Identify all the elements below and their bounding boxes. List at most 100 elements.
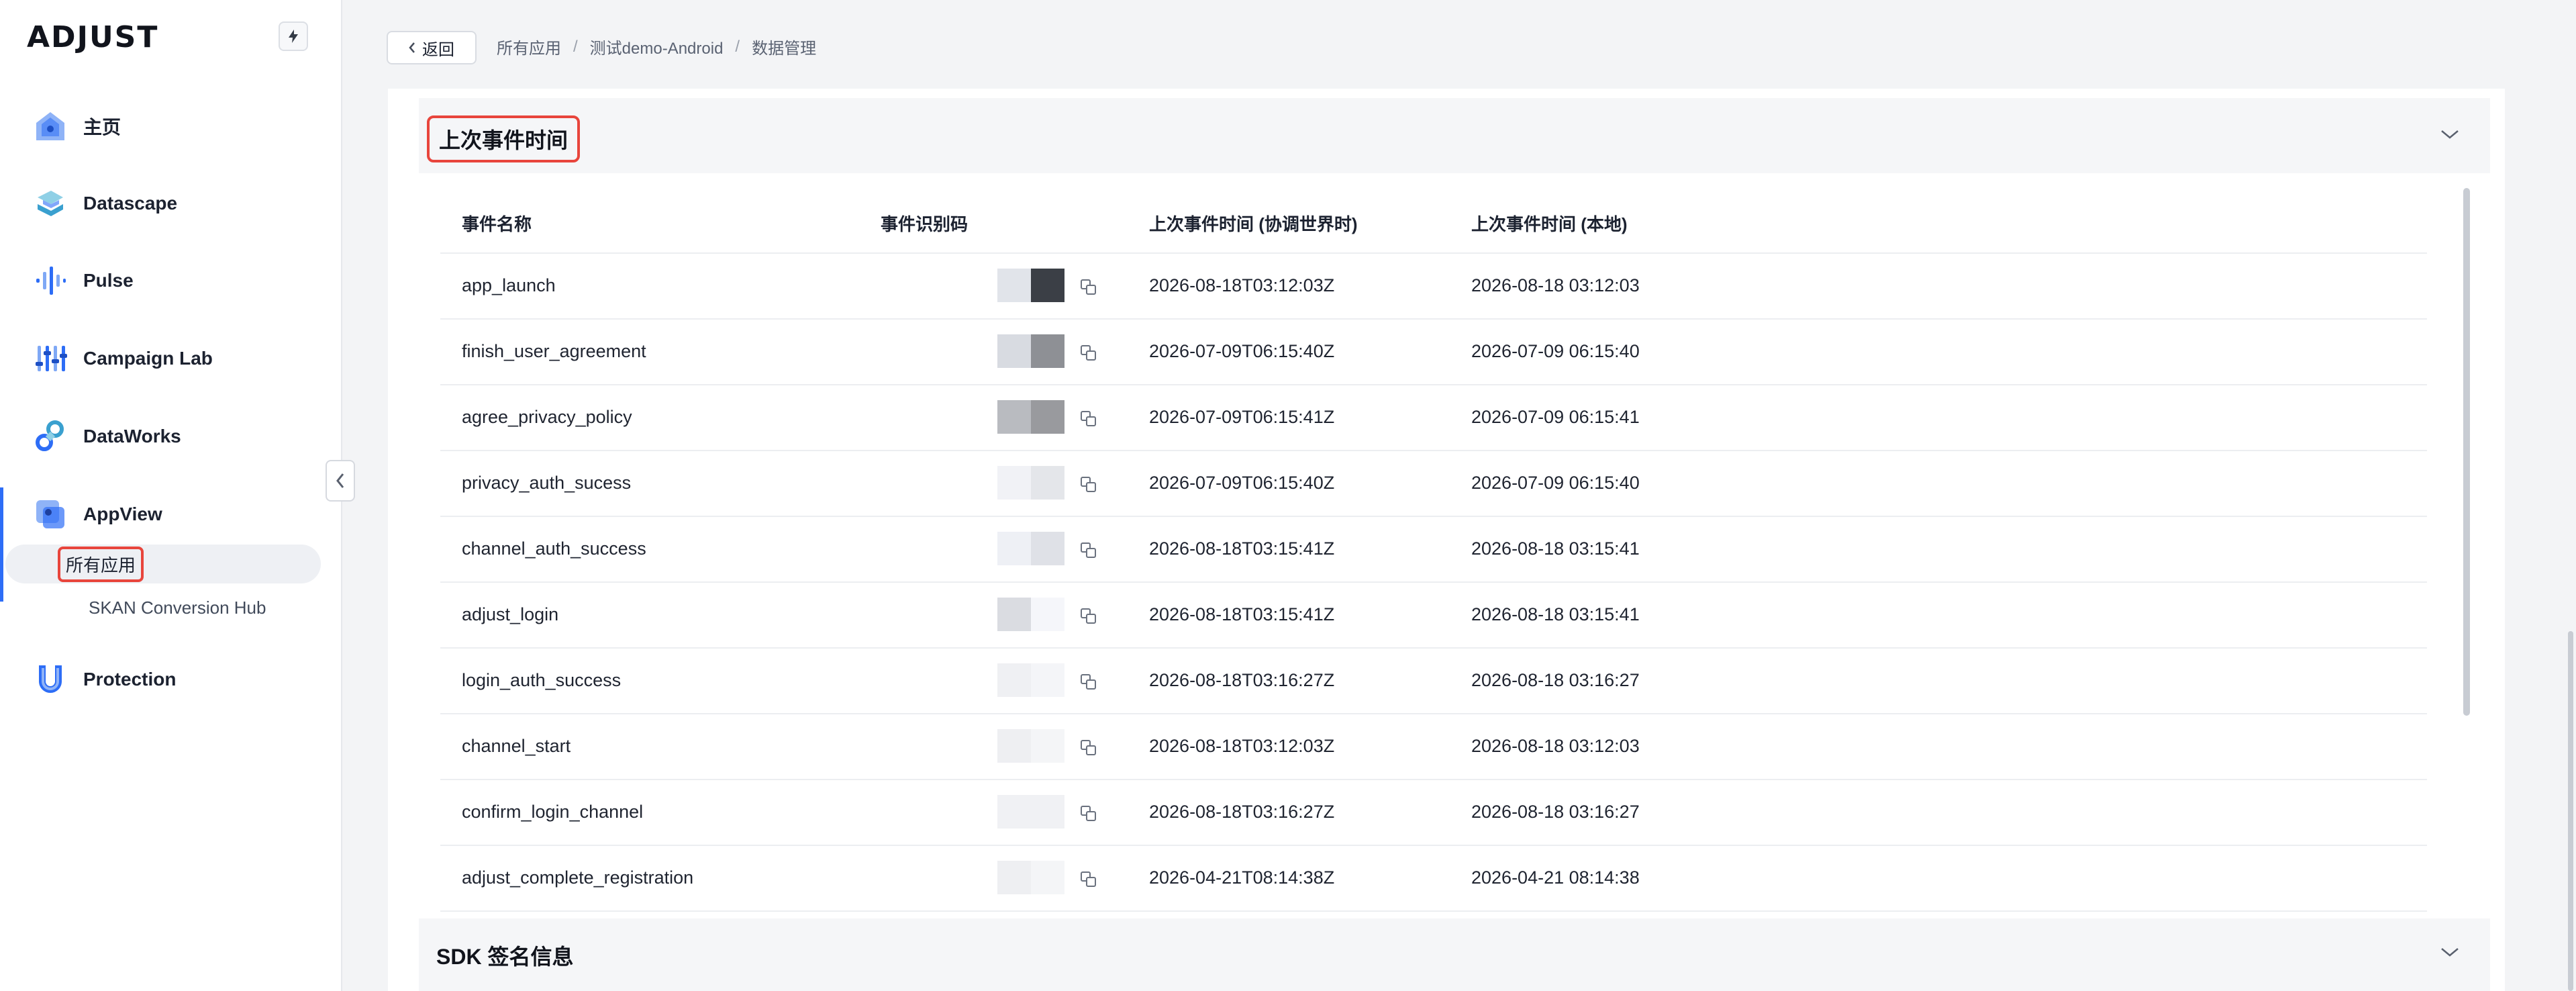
last-event-local: 2026-08-18 03:16:27 — [1471, 670, 1640, 690]
pulse-icon — [32, 263, 68, 299]
last-event-utc: 2026-08-18T03:12:03Z — [1149, 275, 1335, 295]
sidebar-item-label: Campaign Lab — [83, 348, 213, 369]
table-row: finish_user_agreement 2026-07-09T06:15:4… — [440, 320, 2427, 385]
chevron-down-icon[interactable] — [2440, 947, 2459, 957]
sidebar-item-datascape[interactable]: Datascape — [0, 177, 342, 230]
collapse-sidebar-button[interactable] — [326, 460, 355, 502]
sidebar-item-label: Protection — [83, 669, 177, 690]
last-event-utc: 2026-07-09T06:15:40Z — [1149, 341, 1335, 361]
last-event-local: 2026-08-18 03:12:03 — [1471, 275, 1640, 295]
events-table: 事件名称 事件识别码 上次事件时间 (协调世界时) 上次事件时间 (本地) ap… — [440, 188, 2427, 912]
sidebar-subitem-skan[interactable]: SKAN Conversion Hub — [89, 588, 266, 627]
sidebar-item-home[interactable]: 主页 — [0, 99, 342, 153]
event-name: privacy_auth_sucess — [462, 473, 632, 493]
column-header: 上次事件时间 (协调世界时) — [1149, 214, 1358, 234]
copy-icon[interactable] — [1079, 739, 1098, 757]
sidebar-item-label: AppView — [83, 504, 162, 524]
event-token-image — [997, 598, 1064, 631]
last-event-utc: 2026-08-18T03:12:03Z — [1149, 736, 1335, 756]
breadcrumb: 所有应用 / 测试demo-Android / 数据管理 — [497, 35, 816, 58]
breadcrumb-item[interactable]: 测试demo-Android — [590, 35, 724, 58]
column-header: 上次事件时间 (本地) — [1471, 214, 1628, 234]
table-scrollbar[interactable] — [2463, 188, 2470, 716]
page-scrollbar[interactable] — [2568, 631, 2573, 991]
section-header-sdk-signature[interactable]: SDK 签名信息 — [419, 918, 2490, 991]
event-name: adjust_login — [462, 604, 559, 624]
section-header-last-event[interactable]: 上次事件时间 — [419, 98, 2490, 173]
table-header: 事件名称 事件识别码 上次事件时间 (协调世界时) 上次事件时间 (本地) — [440, 188, 2427, 254]
event-token-image — [997, 663, 1064, 697]
last-event-local: 2026-08-18 03:15:41 — [1471, 604, 1640, 624]
datascape-icon — [32, 185, 68, 222]
last-event-utc: 2026-04-21T08:14:38Z — [1149, 867, 1335, 888]
sidebar: ADJUST 主页 Datascape Pulse Campaign Lab D… — [0, 0, 342, 991]
bolt-icon — [289, 30, 298, 43]
adjust-logo[interactable]: ADJUST — [27, 20, 158, 54]
appview-icon — [32, 496, 68, 532]
last-event-local: 2026-07-09 06:15:41 — [1471, 407, 1640, 427]
table-row: agree_privacy_policy 2026-07-09T06:15:41… — [440, 385, 2427, 451]
topbar: 返回 所有应用 / 测试demo-Android / 数据管理 — [344, 0, 2576, 89]
last-event-utc: 2026-08-18T03:15:41Z — [1149, 538, 1335, 559]
sidebar-item-campaign-lab[interactable]: Campaign Lab — [0, 332, 342, 385]
sidebar-item-label: 主页 — [83, 117, 121, 138]
last-event-local: 2026-08-18 03:16:27 — [1471, 802, 1640, 822]
event-name: channel_start — [462, 736, 571, 756]
sidebar-item-appview[interactable]: AppView — [0, 487, 342, 602]
sidebar-subitem-all-apps[interactable]: 所有应用 — [5, 545, 321, 583]
event-token-image — [997, 795, 1064, 829]
breadcrumb-item-current: 数据管理 — [752, 40, 817, 58]
sidebar-subitem-label: 所有应用 — [58, 546, 144, 582]
table-row: app_launch 2026-08-18T03:12:03Z 2026-08-… — [440, 254, 2427, 320]
sidebar-item-label: Datascape — [83, 193, 178, 214]
copy-icon[interactable] — [1079, 804, 1098, 823]
back-label: 返回 — [422, 40, 454, 59]
event-name: login_auth_success — [462, 670, 622, 690]
sidebar-item-pulse[interactable]: Pulse — [0, 254, 342, 308]
event-token-image — [997, 466, 1064, 500]
chevron-up-icon[interactable] — [2440, 129, 2459, 140]
breadcrumb-item[interactable]: 所有应用 — [497, 35, 561, 58]
breadcrumb-separator: / — [573, 37, 578, 56]
event-token-image — [997, 861, 1064, 894]
column-header: 事件识别码 — [881, 214, 969, 234]
breadcrumb-separator: / — [735, 37, 740, 56]
last-event-utc: 2026-08-18T03:16:27Z — [1149, 670, 1335, 690]
event-token-image — [997, 269, 1064, 302]
last-event-utc: 2026-07-09T06:15:40Z — [1149, 473, 1335, 493]
section-title: SDK 签名信息 — [436, 945, 574, 969]
home-icon — [32, 108, 68, 144]
event-name: confirm_login_channel — [462, 802, 644, 822]
event-token-image — [997, 400, 1064, 434]
copy-icon[interactable] — [1079, 870, 1098, 889]
event-token-image — [997, 729, 1064, 763]
column-header: 事件名称 — [462, 214, 532, 234]
campaign-lab-icon — [32, 340, 68, 377]
sidebar-item-protection[interactable]: Protection — [0, 653, 342, 706]
event-token-image — [997, 334, 1064, 368]
chevron-left-icon — [336, 473, 344, 488]
table-row: adjust_login 2026-08-18T03:15:41Z 2026-0… — [440, 583, 2427, 649]
copy-icon[interactable] — [1079, 278, 1098, 297]
copy-icon[interactable] — [1079, 673, 1098, 692]
event-name: app_launch — [462, 275, 556, 295]
copy-icon[interactable] — [1079, 344, 1098, 363]
copy-icon[interactable] — [1079, 541, 1098, 560]
main-card: 上次事件时间 事件名称 事件识别码 上次事件时间 (协调世界时) 上次事件时间 … — [388, 89, 2505, 991]
event-name: agree_privacy_policy — [462, 407, 632, 427]
last-event-local: 2026-07-09 06:15:40 — [1471, 473, 1640, 493]
table-row: privacy_auth_sucess 2026-07-09T06:15:40Z… — [440, 451, 2427, 517]
last-event-utc: 2026-08-18T03:16:27Z — [1149, 802, 1335, 822]
back-button[interactable]: 返回 — [387, 31, 477, 64]
last-event-utc: 2026-07-09T06:15:41Z — [1149, 407, 1335, 427]
dataworks-icon — [32, 418, 68, 455]
section-title: 上次事件时间 — [427, 115, 581, 162]
sidebar-item-dataworks[interactable]: DataWorks — [0, 410, 342, 463]
copy-icon[interactable] — [1079, 410, 1098, 428]
table-row: login_auth_success 2026-08-18T03:16:27Z … — [440, 649, 2427, 714]
quick-actions-button[interactable] — [279, 21, 308, 51]
sidebar-item-label: DataWorks — [83, 426, 181, 446]
copy-icon[interactable] — [1079, 475, 1098, 494]
table-row: confirm_login_channel 2026-08-18T03:16:2… — [440, 780, 2427, 846]
copy-icon[interactable] — [1079, 607, 1098, 626]
